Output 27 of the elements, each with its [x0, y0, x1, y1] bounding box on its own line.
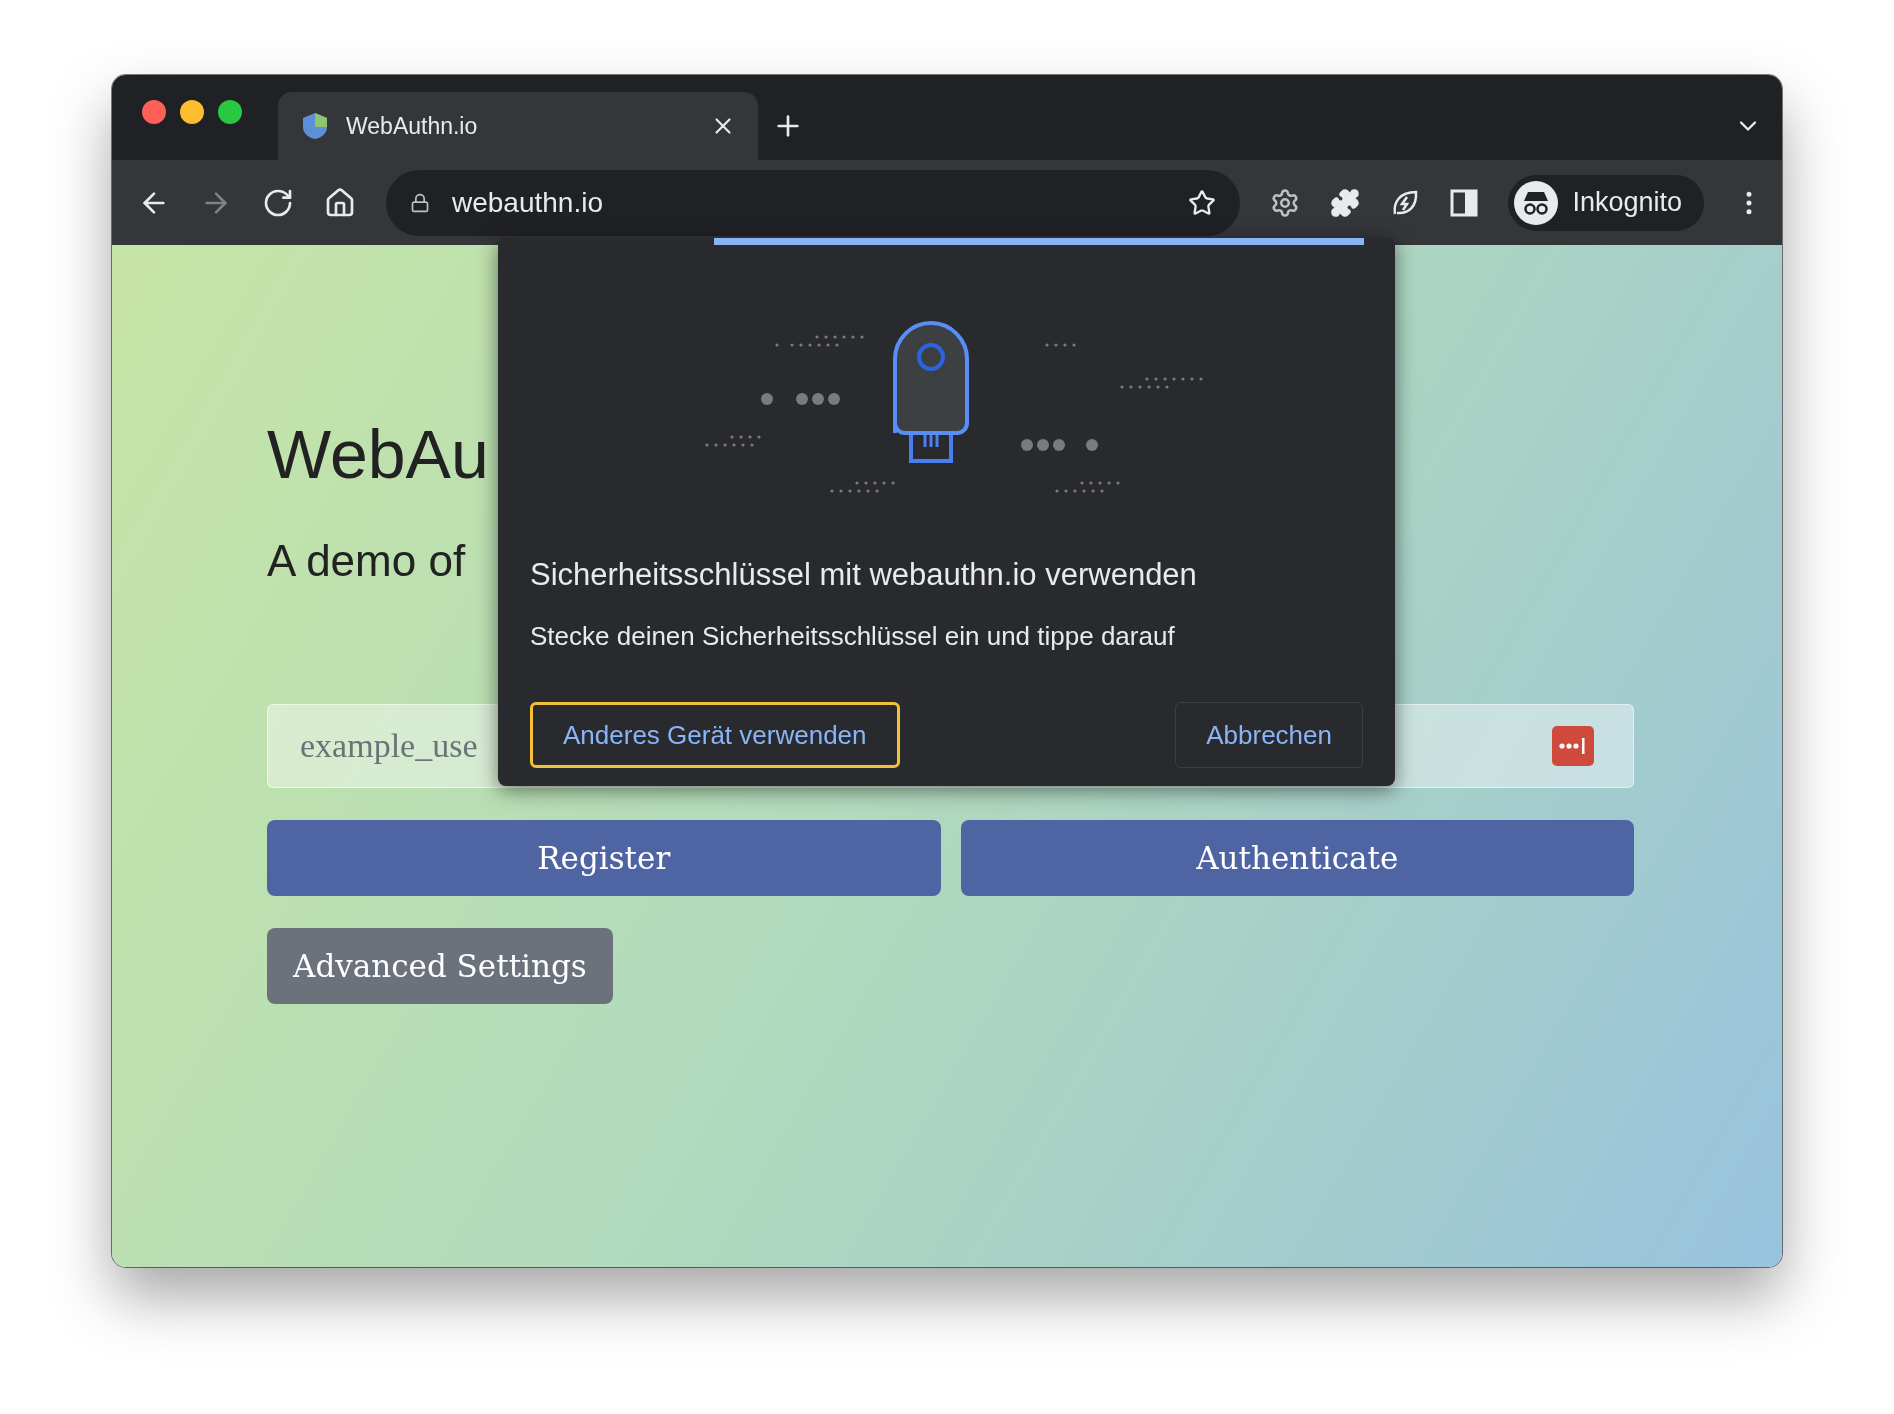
page-title: WebAu [267, 420, 489, 488]
zoom-window-icon[interactable] [218, 99, 242, 124]
home-icon[interactable] [324, 186, 356, 219]
puzzle-icon[interactable] [1330, 187, 1361, 218]
side-panel-icon[interactable] [1450, 188, 1479, 217]
dialog-button[interactable]: Abbrechen [1175, 702, 1363, 768]
action-button[interactable]: Authenticate [960, 820, 1634, 896]
dialog-button[interactable]: Anderes Gerät verwenden [530, 702, 900, 768]
lock-icon [410, 192, 430, 213]
tab-title: WebAuthn.io [346, 112, 479, 140]
bookmark-star-icon[interactable] [1188, 188, 1217, 217]
password-manager-icon[interactable] [1552, 726, 1594, 766]
dialog-message: Stecke deinen Sicherheitsschlüssel ein und tippe darauf [530, 621, 1176, 652]
incognito-icon [1514, 180, 1559, 225]
action-button[interactable]: Register [267, 820, 941, 896]
shield-favicon-icon [300, 111, 330, 141]
address-bar[interactable]: webauthn.io [386, 169, 1241, 236]
profile-label: Inkognito [1572, 187, 1682, 218]
profile-chip[interactable]: Inkognito [1508, 174, 1704, 231]
close-window-icon[interactable] [142, 99, 166, 124]
url-text: webauthn.io [452, 186, 604, 219]
minimize-window-icon[interactable] [180, 99, 204, 124]
browser-tab[interactable]: WebAuthn.io [278, 92, 758, 160]
page-subtitle: A demo of [267, 536, 466, 586]
action-button[interactable]: Advanced Settings [267, 928, 613, 1004]
settings-icon[interactable] [1270, 187, 1301, 218]
dialog-title: Sicherheitsschlüssel mit webauthn.io verwenden [530, 557, 1198, 593]
